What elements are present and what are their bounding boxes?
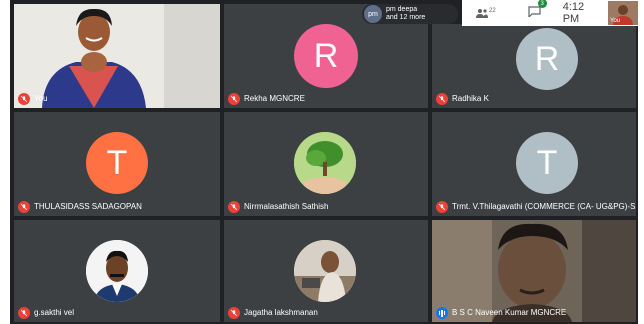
participant-tile[interactable]: Nirrmalasathish Sathish — [224, 112, 428, 216]
avatar-photo — [86, 240, 148, 302]
mic-muted-icon — [228, 93, 240, 105]
self-thumb-label: You — [610, 18, 621, 24]
people-icon[interactable]: 22 — [476, 8, 496, 18]
participant-tile[interactable]: T Trmt. V.Thilagavathi (COMMERCE (CA- UG… — [432, 112, 636, 216]
participant-video-feed — [432, 220, 636, 322]
presenter-name: pm deepa — [386, 6, 418, 13]
meeting-stage: You R Rekha MGNCRE R Radhika K T THULASI… — [10, 0, 638, 324]
mic-muted-icon — [436, 201, 448, 213]
mic-muted-icon — [228, 201, 240, 213]
avatar-initial: R — [294, 24, 358, 88]
avatar-initial: T — [516, 132, 578, 194]
presenter-more: and 12 more — [386, 14, 426, 21]
mic-muted-icon — [228, 307, 240, 319]
participant-name: Nirrmalasathish Sathish — [244, 202, 329, 211]
avatar-photo — [294, 240, 356, 302]
participant-name: Rekha MGNCRE — [244, 94, 305, 103]
participant-tile[interactable]: R Radhika K — [432, 24, 636, 108]
participant-tile[interactable]: Jagatha lakshmanan — [224, 220, 428, 322]
mic-muted-icon — [18, 201, 30, 213]
participant-tile-self[interactable]: You — [14, 4, 220, 108]
participant-name: g.sakthi vel — [34, 308, 75, 317]
avatar-initial: R — [516, 28, 578, 90]
chat-icon[interactable]: 3 — [528, 0, 547, 22]
presenter-avatar: pm — [364, 5, 382, 23]
participant-name: You — [34, 94, 48, 103]
participant-tile-video[interactable]: B S C Naveen Kumar MGNCRE — [432, 220, 636, 322]
mic-muted-icon — [18, 93, 30, 105]
participant-name: Trmt. V.Thilagavathi (COMMERCE (CA- UG&P… — [452, 202, 636, 211]
participant-name: B S C Naveen Kumar MGNCRE — [452, 308, 567, 317]
people-count: 22 — [489, 8, 496, 14]
mic-muted-icon — [18, 307, 30, 319]
mic-muted-icon — [436, 93, 448, 105]
clock-time: 4:12 PM — [562, 1, 585, 25]
self-thumbnail[interactable]: You — [608, 1, 638, 25]
avatar-initial: T — [86, 132, 148, 194]
participant-name: THULASIDASS SADAGOPAN — [34, 202, 142, 211]
participant-tile[interactable]: T THULASIDASS SADAGOPAN — [14, 112, 220, 216]
speaking-indicator-icon — [436, 307, 448, 319]
chat-badge: 3 — [537, 0, 547, 8]
self-video-feed — [14, 4, 220, 108]
top-controls: 22 3 4:12 PM You — [462, 0, 638, 26]
participant-name: Radhika K — [452, 94, 489, 103]
avatar-photo — [294, 132, 356, 194]
presenter-pill[interactable]: pm pm deepa and 12 more — [362, 4, 458, 24]
participant-tile[interactable]: g.sakthi vel — [14, 220, 220, 322]
participant-name: Jagatha lakshmanan — [244, 308, 318, 317]
